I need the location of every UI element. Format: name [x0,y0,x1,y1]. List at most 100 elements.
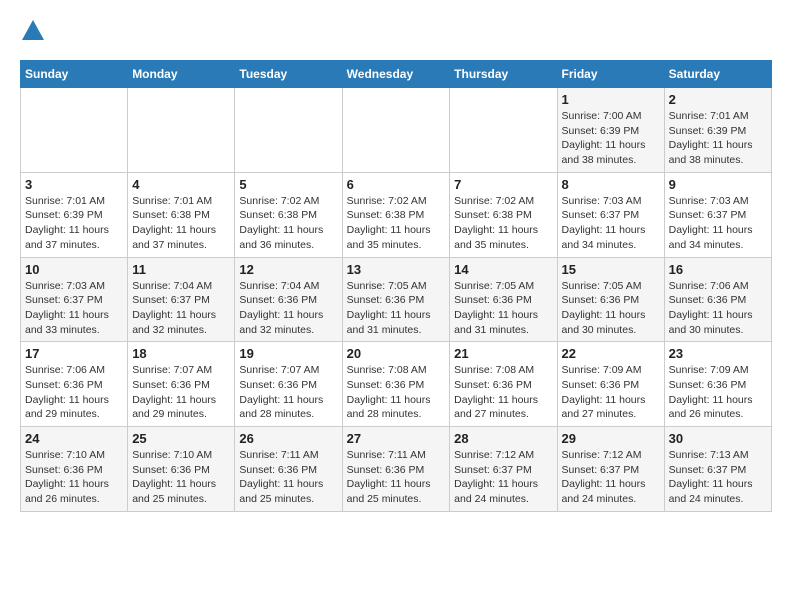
day-number: 11 [132,262,230,277]
weekday-header-thursday: Thursday [450,61,557,88]
day-info: Sunrise: 7:03 AM Sunset: 6:37 PM Dayligh… [562,194,660,253]
calendar-header: SundayMondayTuesdayWednesdayThursdayFrid… [21,61,772,88]
day-number: 29 [562,431,660,446]
day-info: Sunrise: 7:02 AM Sunset: 6:38 PM Dayligh… [454,194,552,253]
day-number: 7 [454,177,552,192]
calendar-cell [450,88,557,173]
day-number: 21 [454,346,552,361]
calendar-cell: 29 Sunrise: 7:12 AM Sunset: 6:37 PM Dayli… [557,427,664,512]
day-info: Sunrise: 7:13 AM Sunset: 6:37 PM Dayligh… [669,448,767,507]
weekday-header-monday: Monday [128,61,235,88]
calendar-cell: 23 Sunrise: 7:09 AM Sunset: 6:36 PM Dayli… [664,342,771,427]
calendar-cell: 16Sunrise: 7:06 AM Sunset: 6:36 PM Dayli… [664,257,771,342]
calendar-table: SundayMondayTuesdayWednesdayThursdayFrid… [20,60,772,512]
day-info: Sunrise: 7:12 AM Sunset: 6:37 PM Dayligh… [454,448,552,507]
day-number: 30 [669,431,767,446]
day-info: Sunrise: 7:01 AM Sunset: 6:39 PM Dayligh… [669,109,767,168]
calendar-week-1: 1 Sunrise: 7:00 AM Sunset: 6:39 PM Daylig… [21,88,772,173]
calendar-cell: 11 Sunrise: 7:04 AM Sunset: 6:37 PM Dayli… [128,257,235,342]
day-info: Sunrise: 7:02 AM Sunset: 6:38 PM Dayligh… [347,194,446,253]
calendar-cell: 25 Sunrise: 7:10 AM Sunset: 6:36 PM Dayli… [128,427,235,512]
weekday-header-friday: Friday [557,61,664,88]
logo-triangle-icon [22,20,44,40]
day-number: 28 [454,431,552,446]
day-number: 13 [347,262,446,277]
day-info: Sunrise: 7:01 AM Sunset: 6:38 PM Dayligh… [132,194,230,253]
calendar-cell: 28 Sunrise: 7:12 AM Sunset: 6:37 PM Dayli… [450,427,557,512]
day-number: 12 [239,262,337,277]
weekday-header-wednesday: Wednesday [342,61,450,88]
day-number: 14 [454,262,552,277]
day-number: 17 [25,346,123,361]
calendar-cell: 17Sunrise: 7:06 AM Sunset: 6:36 PM Dayli… [21,342,128,427]
day-info: Sunrise: 7:03 AM Sunset: 6:37 PM Dayligh… [669,194,767,253]
calendar-cell: 2Sunrise: 7:01 AM Sunset: 6:39 PM Daylig… [664,88,771,173]
calendar-cell: 13 Sunrise: 7:05 AM Sunset: 6:36 PM Dayli… [342,257,450,342]
day-number: 26 [239,431,337,446]
day-number: 5 [239,177,337,192]
calendar-cell [342,88,450,173]
calendar-cell: 14Sunrise: 7:05 AM Sunset: 6:36 PM Dayli… [450,257,557,342]
day-info: Sunrise: 7:11 AM Sunset: 6:36 PM Dayligh… [239,448,337,507]
day-info: Sunrise: 7:11 AM Sunset: 6:36 PM Dayligh… [347,448,446,507]
day-number: 6 [347,177,446,192]
calendar-cell: 4 Sunrise: 7:01 AM Sunset: 6:38 PM Daylig… [128,172,235,257]
day-number: 3 [25,177,123,192]
day-number: 8 [562,177,660,192]
day-info: Sunrise: 7:12 AM Sunset: 6:37 PM Dayligh… [562,448,660,507]
day-info: Sunrise: 7:00 AM Sunset: 6:39 PM Dayligh… [562,109,660,168]
calendar-week-3: 10Sunrise: 7:03 AM Sunset: 6:37 PM Dayli… [21,257,772,342]
calendar-cell: 19 Sunrise: 7:07 AM Sunset: 6:36 PM Dayli… [235,342,342,427]
day-info: Sunrise: 7:08 AM Sunset: 6:36 PM Dayligh… [454,363,552,422]
day-info: Sunrise: 7:05 AM Sunset: 6:36 PM Dayligh… [562,279,660,338]
calendar-cell [21,88,128,173]
calendar-week-5: 24 Sunrise: 7:10 AM Sunset: 6:36 PM Dayli… [21,427,772,512]
calendar-cell: 26 Sunrise: 7:11 AM Sunset: 6:36 PM Dayli… [235,427,342,512]
day-number: 15 [562,262,660,277]
calendar-cell: 15 Sunrise: 7:05 AM Sunset: 6:36 PM Dayli… [557,257,664,342]
day-info: Sunrise: 7:04 AM Sunset: 6:37 PM Dayligh… [132,279,230,338]
calendar-cell: 20Sunrise: 7:08 AM Sunset: 6:36 PM Dayli… [342,342,450,427]
calendar-cell: 5 Sunrise: 7:02 AM Sunset: 6:38 PM Daylig… [235,172,342,257]
calendar-week-4: 17Sunrise: 7:06 AM Sunset: 6:36 PM Dayli… [21,342,772,427]
day-info: Sunrise: 7:10 AM Sunset: 6:36 PM Dayligh… [132,448,230,507]
calendar-cell: 18Sunrise: 7:07 AM Sunset: 6:36 PM Dayli… [128,342,235,427]
calendar-cell: 1 Sunrise: 7:00 AM Sunset: 6:39 PM Daylig… [557,88,664,173]
calendar-cell: 24 Sunrise: 7:10 AM Sunset: 6:36 PM Dayli… [21,427,128,512]
day-number: 1 [562,92,660,107]
day-info: Sunrise: 7:09 AM Sunset: 6:36 PM Dayligh… [669,363,767,422]
day-info: Sunrise: 7:02 AM Sunset: 6:38 PM Dayligh… [239,194,337,253]
calendar-cell: 30 Sunrise: 7:13 AM Sunset: 6:37 PM Dayli… [664,427,771,512]
calendar-cell: 9 Sunrise: 7:03 AM Sunset: 6:37 PM Daylig… [664,172,771,257]
page-header [20,20,772,44]
day-info: Sunrise: 7:06 AM Sunset: 6:36 PM Dayligh… [669,279,767,338]
logo [20,20,44,44]
calendar-cell: 6 Sunrise: 7:02 AM Sunset: 6:38 PM Daylig… [342,172,450,257]
calendar-cell: 12Sunrise: 7:04 AM Sunset: 6:36 PM Dayli… [235,257,342,342]
calendar-cell: 27 Sunrise: 7:11 AM Sunset: 6:36 PM Dayli… [342,427,450,512]
day-info: Sunrise: 7:07 AM Sunset: 6:36 PM Dayligh… [239,363,337,422]
day-info: Sunrise: 7:01 AM Sunset: 6:39 PM Dayligh… [25,194,123,253]
day-info: Sunrise: 7:09 AM Sunset: 6:36 PM Dayligh… [562,363,660,422]
day-number: 4 [132,177,230,192]
weekday-header-sunday: Sunday [21,61,128,88]
day-number: 19 [239,346,337,361]
day-info: Sunrise: 7:10 AM Sunset: 6:36 PM Dayligh… [25,448,123,507]
day-number: 22 [562,346,660,361]
day-info: Sunrise: 7:03 AM Sunset: 6:37 PM Dayligh… [25,279,123,338]
day-number: 24 [25,431,123,446]
day-number: 9 [669,177,767,192]
calendar-week-2: 3 Sunrise: 7:01 AM Sunset: 6:39 PM Daylig… [21,172,772,257]
day-info: Sunrise: 7:07 AM Sunset: 6:36 PM Dayligh… [132,363,230,422]
calendar-cell: 3 Sunrise: 7:01 AM Sunset: 6:39 PM Daylig… [21,172,128,257]
weekday-header-saturday: Saturday [664,61,771,88]
day-number: 23 [669,346,767,361]
calendar-cell [235,88,342,173]
calendar-cell: 8 Sunrise: 7:03 AM Sunset: 6:37 PM Daylig… [557,172,664,257]
calendar-cell: 22 Sunrise: 7:09 AM Sunset: 6:36 PM Dayli… [557,342,664,427]
day-number: 25 [132,431,230,446]
calendar-cell: 7 Sunrise: 7:02 AM Sunset: 6:38 PM Daylig… [450,172,557,257]
calendar-cell: 21 Sunrise: 7:08 AM Sunset: 6:36 PM Dayli… [450,342,557,427]
day-number: 27 [347,431,446,446]
day-info: Sunrise: 7:05 AM Sunset: 6:36 PM Dayligh… [347,279,446,338]
